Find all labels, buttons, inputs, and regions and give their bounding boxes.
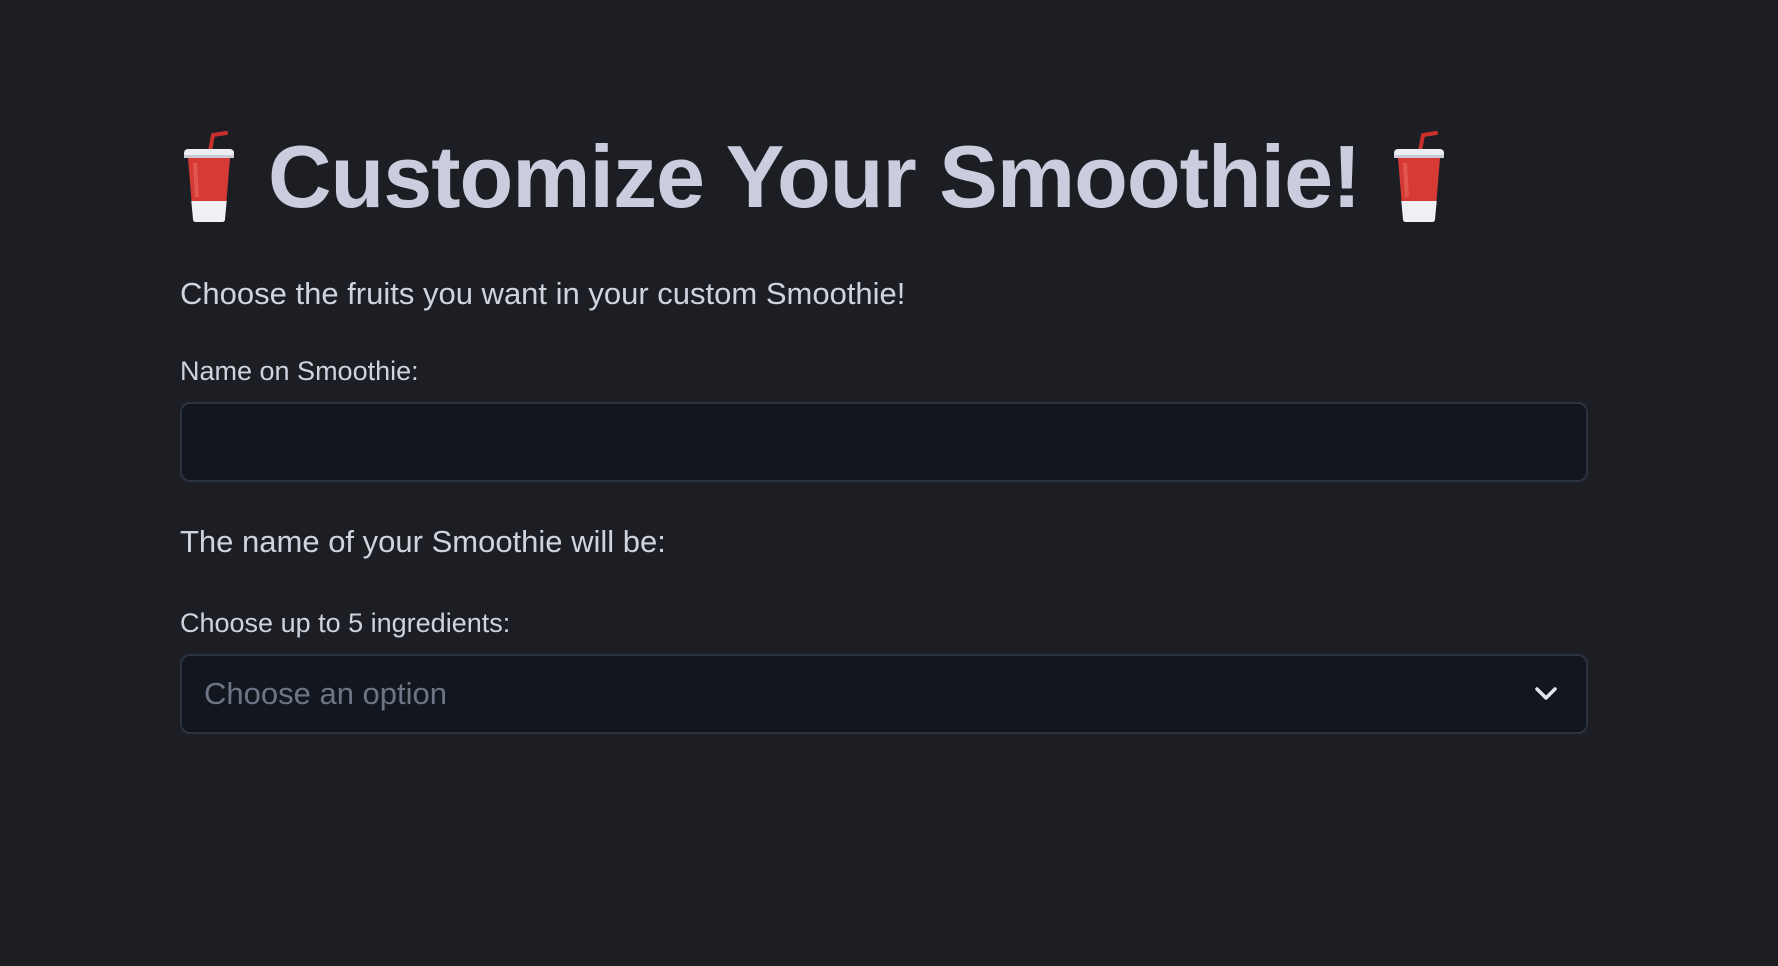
- cup-with-straw-icon: [1394, 131, 1445, 222]
- smoothie-name-input[interactable]: [180, 402, 1588, 482]
- ingredients-placeholder: Choose an option: [204, 676, 448, 711]
- cup-with-straw-icon: [184, 131, 234, 222]
- name-field-label: Name on Smoothie:: [180, 356, 419, 386]
- smoothie-name-preview: The name of your Smoothie will be:: [180, 524, 666, 559]
- ingredients-field-label: Choose up to 5 ingredients:: [180, 608, 511, 638]
- app-root: Customize Your Smoothie! Choose the frui…: [0, 0, 1778, 966]
- page-subtitle: Choose the fruits you want in your custo…: [180, 276, 906, 311]
- ingredients-multiselect[interactable]: Choose an option: [180, 654, 1588, 734]
- chevron-down-icon[interactable]: [1534, 686, 1558, 702]
- page-title-text: Customize Your Smoothie!: [268, 127, 1361, 226]
- main-content: Customize Your Smoothie! Choose the frui…: [180, 118, 1588, 734]
- page-title: Customize Your Smoothie!: [180, 118, 1588, 236]
